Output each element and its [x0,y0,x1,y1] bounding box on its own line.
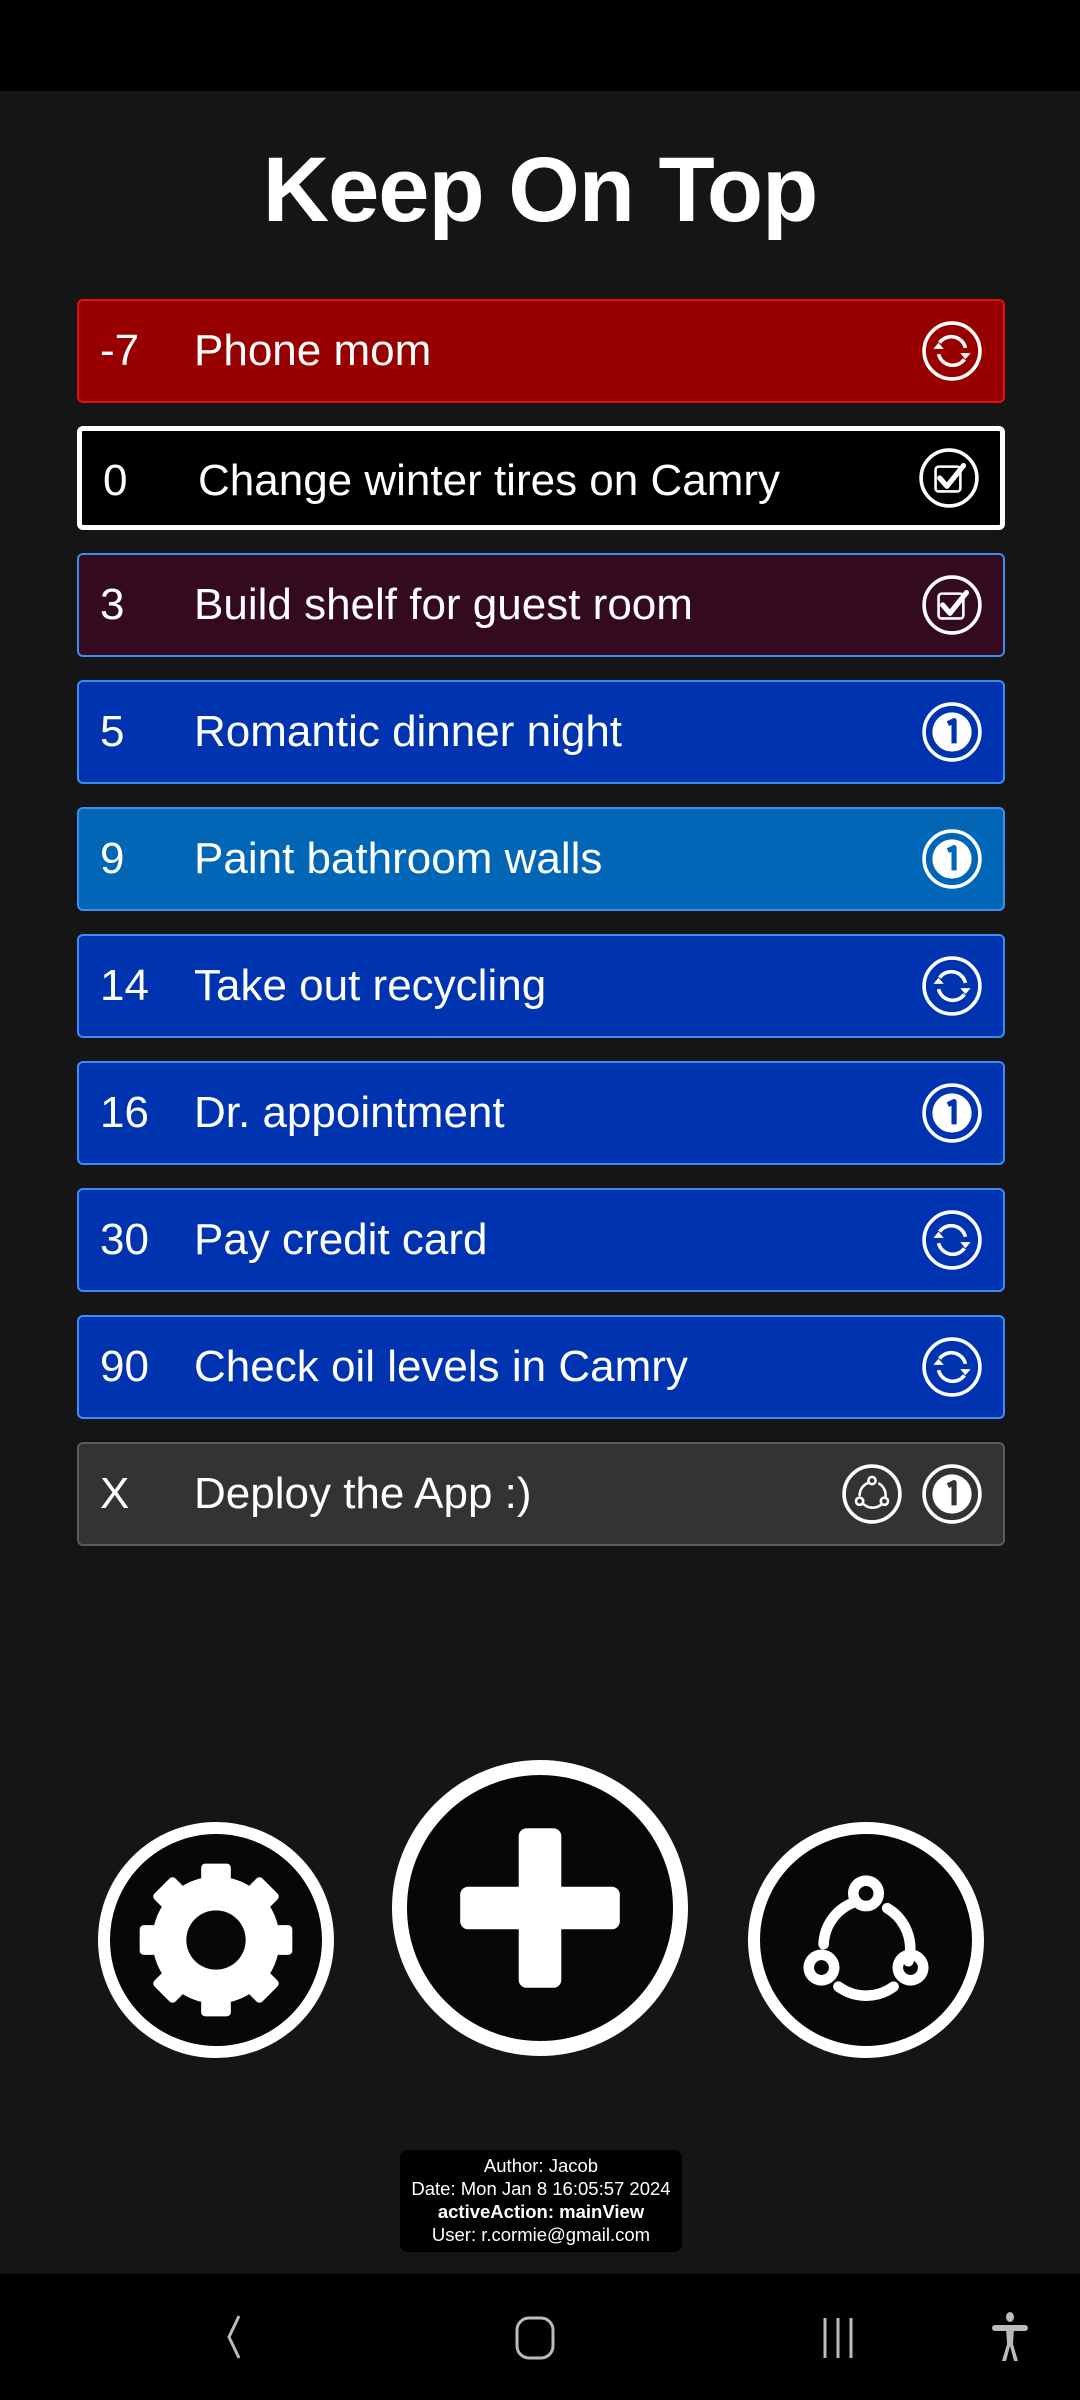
task-label: Change winter tires on Camry [198,456,781,505]
task-days: 30 [100,1215,149,1264]
task-days: 9 [100,834,125,883]
info-active-action: activeAction: mainView [437,2201,645,2222]
task-row[interactable]: 30 Pay credit card [77,1188,1005,1292]
repeat-icon[interactable] [921,1209,983,1271]
info-date: Date: Mon Jan 8 16:05:57 2024 [411,2178,671,2199]
one-time-icon[interactable] [921,701,983,763]
task-days: 5 [100,707,125,756]
info-user: User: r.cormie@gmail.com [431,2224,651,2245]
task-row[interactable]: 0 Change winter tires on Camry [77,426,1005,530]
task-label: Deploy the App :) [194,1469,532,1518]
repeat-icon[interactable] [921,320,983,382]
settings-button[interactable] [98,1822,334,2058]
task-label: Take out recycling [194,961,547,1010]
task-row[interactable]: X Deploy the App :) [77,1442,1005,1546]
home-button[interactable] [495,2304,575,2370]
task-row[interactable]: 16 Dr. appointment [77,1061,1005,1165]
task-days: 90 [100,1342,149,1391]
task-label: Paint bathroom walls [194,834,603,883]
repeat-icon[interactable] [921,1336,983,1398]
debug-info-panel: Author: Jacob Date: Mon Jan 8 16:05:57 2… [400,2150,682,2252]
system-nav-bar [0,2274,1080,2400]
task-row[interactable]: -7 Phone mom [77,299,1005,403]
home-icon [515,2316,555,2360]
gear-icon [139,1863,293,2017]
repeat-icon[interactable] [921,955,983,1017]
task-days: 0 [103,456,128,505]
task-label: Build shelf for guest room [194,580,693,629]
task-days: 16 [100,1088,149,1137]
back-button[interactable] [195,2304,275,2370]
back-icon [227,2315,241,2359]
task-days: 3 [100,580,125,629]
task-row[interactable]: 5 Romantic dinner night [77,680,1005,784]
task-label: Phone mom [194,326,432,375]
task-label: Romantic dinner night [194,707,623,756]
task-days: X [100,1469,130,1518]
page-title: Keep On Top [262,139,819,241]
plus-icon [460,1828,620,1988]
task-list: -7 Phone mom 0 Change winter tires on Ca… [77,299,1005,1569]
task-row[interactable]: 90 Check oil levels in Camry [77,1315,1005,1419]
checkbox-icon[interactable] [921,574,983,636]
accessibility-icon [992,2312,1028,2361]
info-author: Author: Jacob [483,2155,599,2176]
task-label: Check oil levels in Camry [194,1342,688,1391]
one-time-icon[interactable] [921,828,983,890]
recents-button[interactable] [798,2304,878,2370]
status-bar [0,0,1080,91]
accessibility-button[interactable] [970,2304,1050,2370]
task-days: -7 [100,326,140,375]
checkbox-icon[interactable] [918,447,980,509]
task-row[interactable]: 9 Paint bathroom walls [77,807,1005,911]
task-label: Dr. appointment [194,1088,505,1137]
task-days: 14 [100,961,149,1010]
one-time-icon[interactable] [921,1463,983,1525]
task-row[interactable]: 14 Take out recycling [77,934,1005,1038]
one-time-icon[interactable] [921,1082,983,1144]
share-button[interactable] [748,1822,984,2058]
task-row[interactable]: 3 Build shelf for guest room [77,553,1005,657]
add-task-button[interactable] [392,1760,688,2056]
share-icon[interactable] [841,1463,903,1525]
share-icon [803,1875,929,2001]
recents-icon [823,2318,853,2358]
task-label: Pay credit card [194,1215,488,1264]
